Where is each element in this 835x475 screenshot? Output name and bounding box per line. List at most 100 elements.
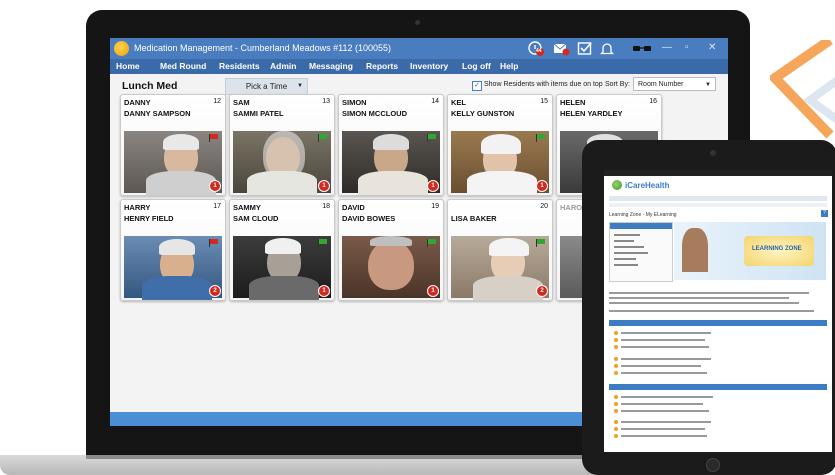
round-toolbar: Lunch Med Pick a Time ▼ ✓ Show Residents… — [110, 74, 728, 96]
resident-photo — [233, 236, 331, 300]
banner-text: LEARNING ZONE — [752, 246, 802, 252]
resident-card[interactable]: DANNY 12 DANNY SAMPSON 1 — [120, 94, 226, 196]
resident-room: 15 — [540, 98, 548, 105]
due-count-badge: 1 — [427, 180, 439, 192]
main-menu: Home Med Round Residents Admin Messaging… — [110, 59, 728, 74]
bell-icon[interactable] — [600, 41, 614, 56]
tablet-home-button[interactable] — [706, 458, 720, 472]
resident-nickname: SIMON — [342, 98, 367, 107]
menu-residents[interactable]: Residents — [219, 61, 260, 71]
text-line — [609, 292, 809, 294]
window-title: Medication Management - Cumberland Meado… — [134, 43, 391, 53]
menu-home[interactable]: Home — [116, 61, 140, 71]
section-header — [609, 320, 827, 326]
resident-card[interactable]: SAM 13 SAMMI PATEL 1 — [229, 94, 335, 196]
resident-full-name: SAM CLOUD — [233, 214, 279, 223]
resident-nickname: DANNY — [124, 98, 151, 107]
green-flag-icon — [427, 134, 436, 142]
text-line — [609, 310, 814, 312]
resident-room: 18 — [322, 203, 330, 210]
tablet-subnav-bar[interactable] — [609, 203, 827, 207]
glasses-icon[interactable] — [632, 41, 652, 56]
green-flag-icon — [536, 239, 545, 247]
resident-photo — [342, 131, 440, 195]
green-flag-icon — [318, 239, 327, 247]
resident-full-name: DAVID BOWES — [342, 214, 396, 223]
tablet-nav-bar[interactable] — [609, 196, 827, 201]
resident-room: 14 — [431, 98, 439, 105]
text-line — [609, 297, 789, 299]
menu-med-round[interactable]: Med Round — [160, 61, 206, 71]
chevron-down-icon: ▼ — [297, 83, 303, 89]
resident-photo — [451, 236, 549, 300]
show-due-label: Show Residents with items due on top — [484, 81, 603, 88]
menu-log-off[interactable]: Log off — [462, 61, 491, 71]
resident-nickname: HARRY — [124, 203, 151, 212]
resident-room: 19 — [431, 203, 439, 210]
maximize-icon[interactable]: ▫ — [685, 42, 689, 53]
resident-card[interactable]: DAVID 19 DAVID BOWES 1 — [338, 199, 444, 301]
resident-card[interactable]: 20 LISA BAKER 2 — [447, 199, 553, 301]
resident-nickname: HARO — [560, 203, 583, 212]
pick-time-dropdown[interactable]: Pick a Time ▼ — [225, 78, 308, 95]
resident-full-name: HENRY FIELD — [124, 214, 174, 223]
menu-inventory[interactable]: Inventory — [410, 61, 448, 71]
resident-nickname: SAMMY — [233, 203, 261, 212]
learning-zone-banner: LEARNING ZONE — [674, 222, 826, 280]
resident-nickname: SAM — [233, 98, 250, 107]
green-flag-icon — [536, 134, 545, 142]
sort-by-label: Sort By: — [605, 81, 630, 88]
resident-card[interactable]: KEL 15 KELLY GUNSTON 1 — [447, 94, 553, 196]
resident-room: 13 — [322, 98, 330, 105]
resident-room: 17 — [213, 203, 221, 210]
resident-card[interactable]: SIMON 14 SIMON MCCLOUD 1 — [338, 94, 444, 196]
resident-nickname: DAVID — [342, 203, 365, 212]
menu-admin[interactable]: Admin — [270, 61, 296, 71]
title-bar: Medication Management - Cumberland Meado… — [110, 38, 728, 59]
tasks-check-icon[interactable] — [577, 41, 593, 56]
minimize-icon[interactable]: — — [662, 42, 672, 53]
due-count-badge: 1 — [536, 180, 548, 192]
laptop-hinge — [86, 455, 615, 459]
menu-messaging[interactable]: Messaging — [309, 61, 353, 71]
resident-full-name: KELLY GUNSTON — [451, 109, 515, 118]
app-logo-icon — [114, 41, 129, 56]
tablet-camera — [710, 150, 716, 156]
show-due-checkbox[interactable]: ✓ — [472, 81, 482, 91]
tablet-side-menu[interactable] — [609, 222, 673, 282]
sort-by-select[interactable]: Room Number ▼ — [633, 77, 716, 91]
resident-full-name: LISA BAKER — [451, 214, 497, 223]
help-button[interactable]: ? — [821, 210, 828, 217]
tablet-device: iCareHealth Learning Zone - My ELearning… — [582, 140, 835, 475]
red-flag-icon — [209, 239, 218, 247]
resident-photo — [124, 131, 222, 195]
due-count-badge: 2 — [209, 285, 221, 297]
green-flag-icon — [318, 134, 327, 142]
brand-name: iCareHealth — [625, 181, 670, 190]
resident-nickname: HELEN — [560, 98, 586, 107]
resident-photo — [451, 131, 549, 195]
resident-photo — [342, 236, 440, 298]
resident-nickname: KEL — [451, 98, 466, 107]
resident-card[interactable]: HARRY 17 HENRY FIELD 2 — [120, 199, 226, 301]
due-count-badge: 1 — [318, 180, 330, 192]
section-header — [609, 384, 827, 390]
mail-icon[interactable] — [553, 41, 571, 56]
resident-photo — [124, 236, 222, 300]
resident-room: 16 — [649, 98, 657, 105]
red-flag-icon — [209, 134, 218, 142]
tablet-page-heading: Learning Zone - My ELearning — [609, 212, 677, 218]
resident-card[interactable]: SAMMY 18 SAM CLOUD 1 — [229, 199, 335, 301]
resident-full-name: SAMMI PATEL — [233, 109, 284, 118]
menu-reports[interactable]: Reports — [366, 61, 398, 71]
resident-room: 12 — [213, 98, 221, 105]
menu-help[interactable]: Help — [500, 61, 518, 71]
resident-room: 20 — [540, 203, 548, 210]
icarehealth-logo-icon — [612, 180, 622, 190]
due-count-badge: 1 — [209, 180, 221, 192]
laptop-camera — [415, 20, 420, 25]
decorative-shape — [770, 40, 835, 139]
resident-full-name: SIMON MCCLOUD — [342, 109, 407, 118]
close-icon[interactable]: ✕ — [708, 42, 716, 53]
green-flag-icon — [427, 239, 436, 247]
